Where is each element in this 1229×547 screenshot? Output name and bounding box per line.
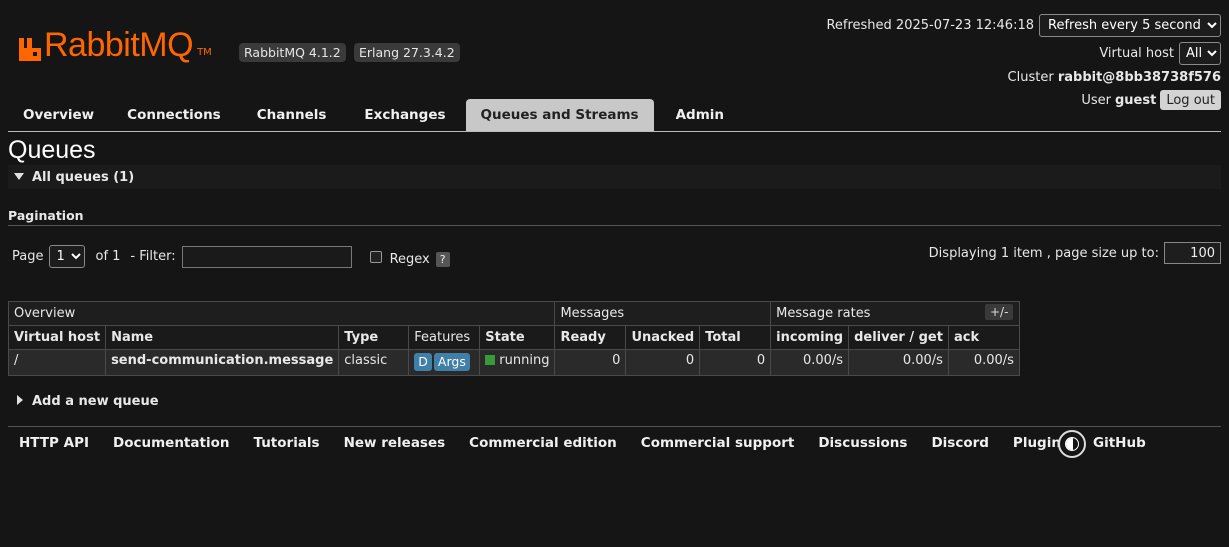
virtual-host-select[interactable]: All bbox=[1179, 42, 1221, 65]
footer-link-commercial-support[interactable]: Commercial support bbox=[641, 435, 795, 451]
group-overview: Overview bbox=[7, 301, 556, 326]
cluster-name: rabbit@8bb38738f576 bbox=[1057, 70, 1221, 85]
theme-toggle-icon[interactable] bbox=[1058, 430, 1086, 458]
feature-args-badge: Args bbox=[433, 353, 470, 371]
footer-link-tutorials[interactable]: Tutorials bbox=[253, 435, 319, 451]
queue-name-link[interactable]: send-communication.message bbox=[105, 349, 340, 376]
group-messages: Messages bbox=[554, 301, 772, 326]
all-queues-toggle[interactable]: All queues (1) bbox=[14, 170, 134, 185]
page-size-input[interactable] bbox=[1164, 242, 1221, 264]
cell-vhost: / bbox=[7, 349, 107, 376]
pagination-divider bbox=[8, 225, 1221, 226]
table-row: / send-communication.message classic D Ar… bbox=[7, 349, 1020, 376]
col-total[interactable]: Total bbox=[699, 325, 772, 350]
tab-queues-and-streams[interactable]: Queues and Streams bbox=[465, 99, 654, 131]
footer-link-discussions[interactable]: Discussions bbox=[818, 435, 907, 451]
col-ack[interactable]: ack bbox=[947, 325, 1020, 350]
cell-type: classic bbox=[338, 349, 410, 376]
cell-features: D Args bbox=[408, 349, 481, 376]
cell-incoming: 0.00/s bbox=[770, 349, 850, 376]
col-name[interactable]: Name bbox=[105, 325, 340, 350]
main-nav-tabs: Overview Connections Channels Exchanges … bbox=[8, 99, 1221, 132]
col-incoming[interactable]: incoming bbox=[770, 325, 850, 350]
queues-table: Overview Messages Message rates Virtual … bbox=[7, 301, 1020, 376]
logo-text: RabbitMQ bbox=[44, 26, 194, 64]
cluster-info: Cluster rabbit@8bb38738f576 bbox=[1007, 70, 1221, 85]
logo-trademark: TM bbox=[197, 47, 212, 58]
footer-link-new-releases[interactable]: New releases bbox=[344, 435, 446, 451]
virtual-host-label: Virtual host bbox=[1099, 46, 1174, 61]
footer-links: HTTP API Documentation Tutorials New rel… bbox=[19, 435, 1170, 451]
page-title: Queues bbox=[8, 136, 96, 164]
footer-link-discord[interactable]: Discord bbox=[931, 435, 988, 451]
col-state[interactable]: State bbox=[479, 325, 556, 350]
page-label: Page bbox=[12, 249, 44, 264]
col-ready[interactable]: Ready bbox=[554, 325, 627, 350]
rabbitmq-logo-icon bbox=[19, 38, 41, 61]
footer-divider bbox=[8, 426, 1221, 427]
footer-link-commercial-edition[interactable]: Commercial edition bbox=[469, 435, 617, 451]
page-count: of 1 bbox=[95, 249, 121, 264]
cell-deliver-get: 0.00/s bbox=[848, 349, 949, 376]
rabbitmq-logo: RabbitMQ TM bbox=[18, 26, 212, 62]
refresh-interval-select[interactable]: Refresh every 5 seconds bbox=[1039, 14, 1221, 37]
cell-ack: 0.00/s bbox=[947, 349, 1020, 376]
footer-link-github[interactable]: GitHub bbox=[1093, 435, 1146, 451]
col-type[interactable]: Type bbox=[338, 325, 410, 350]
cell-total: 0 bbox=[699, 349, 772, 376]
running-status-icon bbox=[485, 355, 496, 365]
col-deliver-get[interactable]: deliver / get bbox=[848, 325, 949, 350]
footer-link-documentation[interactable]: Documentation bbox=[113, 435, 229, 451]
cell-ready: 0 bbox=[554, 349, 627, 376]
footer-link-http-api[interactable]: HTTP API bbox=[19, 435, 89, 451]
col-virtual-host[interactable]: Virtual host bbox=[7, 325, 107, 350]
pagination-title: Pagination bbox=[8, 208, 84, 223]
feature-durable-badge: D bbox=[414, 353, 432, 371]
filter-label: - Filter: bbox=[130, 249, 176, 264]
expand-arrow-icon bbox=[17, 395, 23, 405]
regex-help-button[interactable]: ? bbox=[435, 251, 450, 267]
collapse-arrow-icon bbox=[14, 173, 24, 180]
tab-admin[interactable]: Admin bbox=[654, 99, 746, 131]
tab-exchanges[interactable]: Exchanges bbox=[344, 99, 465, 131]
cell-state: running bbox=[479, 349, 556, 376]
regex-label: Regex bbox=[389, 251, 430, 267]
col-features: Features bbox=[408, 325, 481, 350]
regex-checkbox[interactable] bbox=[369, 250, 382, 263]
refreshed-timestamp: Refreshed 2025-07-23 12:46:18 bbox=[826, 18, 1034, 33]
col-unacked[interactable]: Unacked bbox=[625, 325, 701, 350]
group-message-rates: Message rates bbox=[770, 301, 1020, 326]
column-toggle-button[interactable]: +/- bbox=[985, 304, 1014, 320]
displaying-info: Displaying 1 item , page size up to: bbox=[928, 245, 1159, 261]
filter-input[interactable] bbox=[181, 245, 352, 268]
page-select[interactable]: 1 bbox=[49, 245, 86, 268]
rabbitmq-version-badge: RabbitMQ 4.1.2 bbox=[239, 43, 346, 62]
tab-connections[interactable]: Connections bbox=[109, 99, 239, 131]
erlang-version-badge: Erlang 27.3.4.2 bbox=[354, 43, 460, 62]
tab-overview[interactable]: Overview bbox=[8, 99, 109, 131]
cell-unacked: 0 bbox=[625, 349, 701, 376]
add-queue-toggle[interactable]: Add a new queue bbox=[17, 394, 159, 409]
section-bar bbox=[8, 165, 1221, 189]
tab-channels[interactable]: Channels bbox=[239, 99, 345, 131]
